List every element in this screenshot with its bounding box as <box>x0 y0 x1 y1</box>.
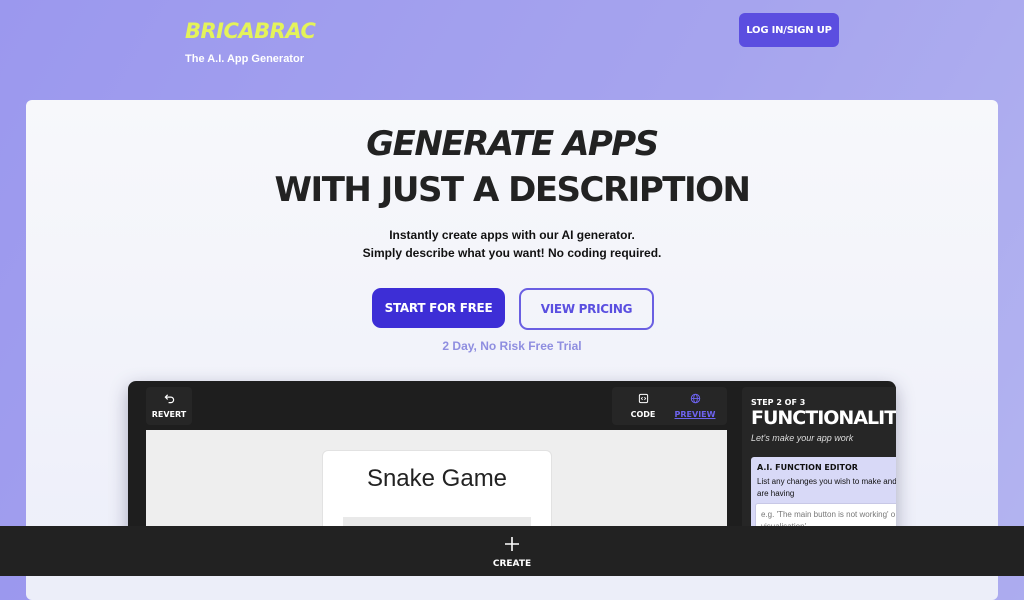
preview-tab[interactable]: PREVIEW <box>668 387 722 425</box>
preview-canvas: Snake Game <box>146 430 727 541</box>
hero-title-line2: WITH JUST A DESCRIPTION <box>274 170 751 210</box>
editor-title: A.I. FUNCTION EDITOR <box>757 463 858 472</box>
login-signup-button[interactable]: LOG IN/SIGN UP <box>739 13 839 47</box>
globe-icon <box>690 393 701 407</box>
create-button[interactable]: CREATE <box>482 526 542 576</box>
hero-title-line1: GENERATE APPS <box>366 124 659 164</box>
trial-note: 2 Day, No Risk Free Trial <box>442 339 582 353</box>
plus-icon <box>504 534 520 554</box>
hero-subtitle-line1: Instantly create apps with our AI genera… <box>389 228 635 242</box>
bottom-bar: CREATE <box>0 526 1024 576</box>
view-toggle: CODE PREVIEW <box>612 387 727 425</box>
step-indicator: STEP 2 OF 3 <box>751 398 806 407</box>
brand-logo[interactable]: BRICABRAC <box>185 18 316 44</box>
undo-icon <box>164 393 175 407</box>
code-icon <box>638 393 649 407</box>
start-for-free-button[interactable]: START FOR FREE <box>372 288 505 328</box>
code-tab[interactable]: CODE <box>622 387 664 425</box>
revert-label: REVERT <box>151 410 187 419</box>
brand-tagline: The A.I. App Generator <box>185 53 304 65</box>
hero-subtitle-line2: Simply describe what you want! No coding… <box>362 246 662 260</box>
code-label: CODE <box>630 410 656 419</box>
create-label: CREATE <box>492 558 532 569</box>
panel-subtitle: Let's make your app work <box>751 433 854 443</box>
app-preview-window: REVERT CODE PREVIEW Snake Game STEP 2 OF… <box>128 381 896 541</box>
revert-button[interactable]: REVERT <box>146 387 192 425</box>
panel-title: FUNCTIONALITY <box>751 407 896 429</box>
functionality-panel: STEP 2 OF 3 FUNCTIONALITY Let's make you… <box>742 387 896 541</box>
brand[interactable]: BRICABRAC The A.I. App Generator <box>185 18 316 65</box>
preview-label: PREVIEW <box>674 410 716 419</box>
view-pricing-button[interactable]: VIEW PRICING <box>519 288 654 330</box>
editor-description: List any changes you wish to make and i … <box>757 477 896 498</box>
game-title: Snake Game <box>366 465 508 492</box>
